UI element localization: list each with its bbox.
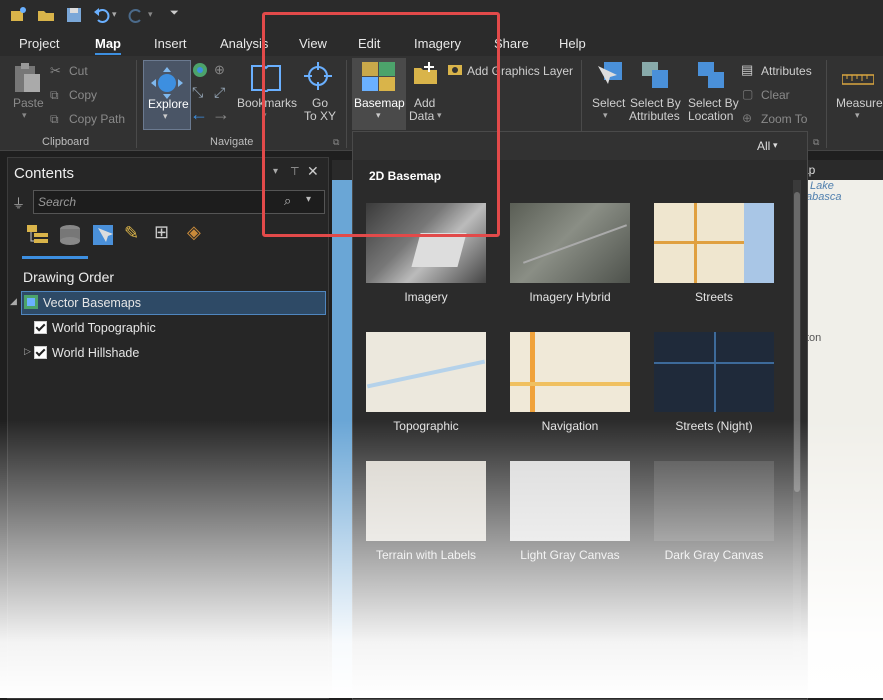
select-by-location-icon	[696, 60, 726, 93]
cut-icon: ✂	[50, 63, 61, 78]
clear-selection-icon: ▢	[742, 87, 754, 101]
basemap-label-dark-gray-canvas[interactable]: Dark Gray Canvas	[634, 548, 794, 562]
select-button[interactable]: Select	[592, 96, 625, 110]
explore-label: Explore	[148, 97, 189, 111]
measure-button[interactable]: Measure	[836, 96, 883, 110]
active-view-indicator	[22, 256, 88, 259]
undo-dropdown-icon[interactable]: ▾	[112, 9, 122, 29]
customize-toolbar-icon[interactable]: ⏷	[170, 7, 182, 27]
redo-dropdown-icon[interactable]: ▾	[148, 9, 158, 29]
select-by-location-line2[interactable]: Location	[688, 109, 733, 123]
basemap-thumb-streets-night[interactable]	[654, 332, 774, 412]
copy-icon: ⧉	[50, 88, 59, 102]
list-by-selection-icon[interactable]	[92, 224, 114, 249]
gallery-scrollbar[interactable]	[793, 180, 801, 660]
basemap-label-terrain-with-labels[interactable]: Terrain with Labels	[346, 548, 506, 562]
layer-visibility-checkbox[interactable]	[34, 321, 47, 334]
save-icon[interactable]	[64, 5, 84, 25]
basemap-label-streets[interactable]: Streets	[634, 290, 794, 304]
basemap-thumb-navigation[interactable]	[510, 332, 630, 412]
explore-button[interactable]: Explore ▾	[143, 60, 191, 130]
attributes-button[interactable]: Attributes	[761, 64, 812, 78]
basemap-label-light-gray-canvas[interactable]: Light Gray Canvas	[490, 548, 650, 562]
select-by-attributes-line1[interactable]: Select By	[630, 96, 681, 110]
list-by-editing-icon[interactable]: ✎	[124, 223, 139, 244]
full-extent-icon[interactable]	[192, 62, 208, 81]
basemap-thumb-light-gray-canvas[interactable]	[510, 461, 630, 541]
search-placeholder: Search	[38, 195, 77, 209]
copy-path-button[interactable]: Copy Path	[69, 112, 125, 126]
gallery-filter-dropdown[interactable]: All	[757, 139, 770, 153]
previous-extent-icon[interactable]: ←	[190, 104, 208, 125]
paste-icon[interactable]	[12, 62, 42, 97]
basemap-thumb-dark-gray-canvas[interactable]	[654, 461, 774, 541]
zoom-to-selection-icon: ⊕	[742, 111, 753, 125]
undo-icon[interactable]	[92, 5, 112, 25]
fixed-zoom-icon[interactable]: ⊕	[214, 62, 225, 78]
next-extent-icon[interactable]: →	[212, 104, 230, 125]
tab-project[interactable]: Project	[19, 36, 59, 51]
zoom-to-button[interactable]: Zoom To	[761, 112, 807, 126]
list-by-labeling-icon[interactable]: ◈	[187, 222, 201, 243]
basemap-label-imagery[interactable]: Imagery	[346, 290, 506, 304]
measure-dropdown-icon[interactable]: ▾	[855, 110, 860, 121]
tab-map[interactable]: Map	[95, 36, 121, 55]
selection-options-icon[interactable]: ⧉	[813, 137, 819, 148]
layer-label-world-hillshade[interactable]: World Hillshade	[52, 346, 139, 360]
basemap-thumb-imagery-hybrid[interactable]	[510, 203, 630, 283]
expand-icon[interactable]: ▷	[24, 346, 31, 357]
contents-title: Contents	[14, 165, 75, 182]
basemap-label-navigation[interactable]: Navigation	[490, 419, 650, 433]
map-label-athabasca: abasca	[806, 191, 842, 203]
map-label-city: ton	[806, 332, 822, 344]
copy-path-icon: ⧉	[50, 112, 59, 126]
list-by-source-icon[interactable]	[58, 224, 82, 249]
clipboard-group-label: Clipboard	[42, 136, 90, 148]
select-dropdown-icon[interactable]: ▾	[603, 110, 608, 121]
tab-help[interactable]: Help	[559, 36, 586, 51]
attributes-icon: ▤	[741, 62, 754, 77]
basemap-thumb-topographic[interactable]	[366, 332, 486, 412]
highlight-box	[262, 12, 500, 237]
layer-label-vector-basemaps: Vector Basemaps	[43, 296, 141, 310]
zoom-out-icon[interactable]: ⤢	[214, 84, 225, 101]
basemap-label-imagery-hybrid[interactable]: Imagery Hybrid	[490, 290, 650, 304]
list-by-drawing-order-icon[interactable]	[26, 223, 52, 248]
measure-icon	[841, 72, 875, 89]
basemap-label-streets-night[interactable]: Streets (Night)	[634, 419, 794, 433]
navigate-group-label: Navigate	[210, 136, 254, 148]
map-water	[332, 180, 352, 698]
select-by-location-line1[interactable]: Select By	[688, 96, 739, 110]
collapse-icon[interactable]: ◢	[10, 296, 17, 307]
redo-icon[interactable]	[126, 5, 146, 25]
tab-insert[interactable]: Insert	[154, 36, 187, 51]
open-project-icon[interactable]	[36, 5, 56, 25]
basemap-thumb-terrain-with-labels[interactable]	[366, 461, 486, 541]
explore-dropdown-icon: ▾	[163, 111, 168, 121]
paste-dropdown-icon[interactable]: ▾	[22, 110, 27, 121]
cut-button[interactable]: Cut	[69, 64, 88, 78]
scrollbar-thumb[interactable]	[794, 192, 800, 492]
filter-dropdown-icon[interactable]: ▾	[773, 140, 778, 151]
group-layer-icon	[24, 295, 38, 312]
ribbon-divider	[826, 60, 827, 148]
clear-button[interactable]: Clear	[761, 88, 790, 102]
basemap-thumb-streets[interactable]	[654, 203, 774, 283]
new-project-icon[interactable]	[8, 5, 28, 25]
ribbon-divider	[136, 60, 137, 148]
layer-visibility-checkbox[interactable]	[34, 346, 47, 359]
paste-button[interactable]: Paste	[13, 96, 44, 110]
select-icon	[594, 60, 624, 93]
select-by-attributes-line2[interactable]: Attributes	[629, 109, 680, 123]
copy-button[interactable]: Copy	[69, 88, 97, 102]
zoom-in-icon[interactable]: ⤡	[192, 84, 203, 101]
list-by-snapping-icon[interactable]: ⊞	[154, 222, 169, 243]
filter-icon[interactable]: ⏚	[12, 193, 25, 212]
drawing-order-heading: Drawing Order	[23, 269, 115, 285]
basemap-label-topographic[interactable]: Topographic	[346, 419, 506, 433]
layer-label-world-topographic[interactable]: World Topographic	[52, 321, 156, 335]
select-by-attributes-icon	[640, 60, 670, 93]
